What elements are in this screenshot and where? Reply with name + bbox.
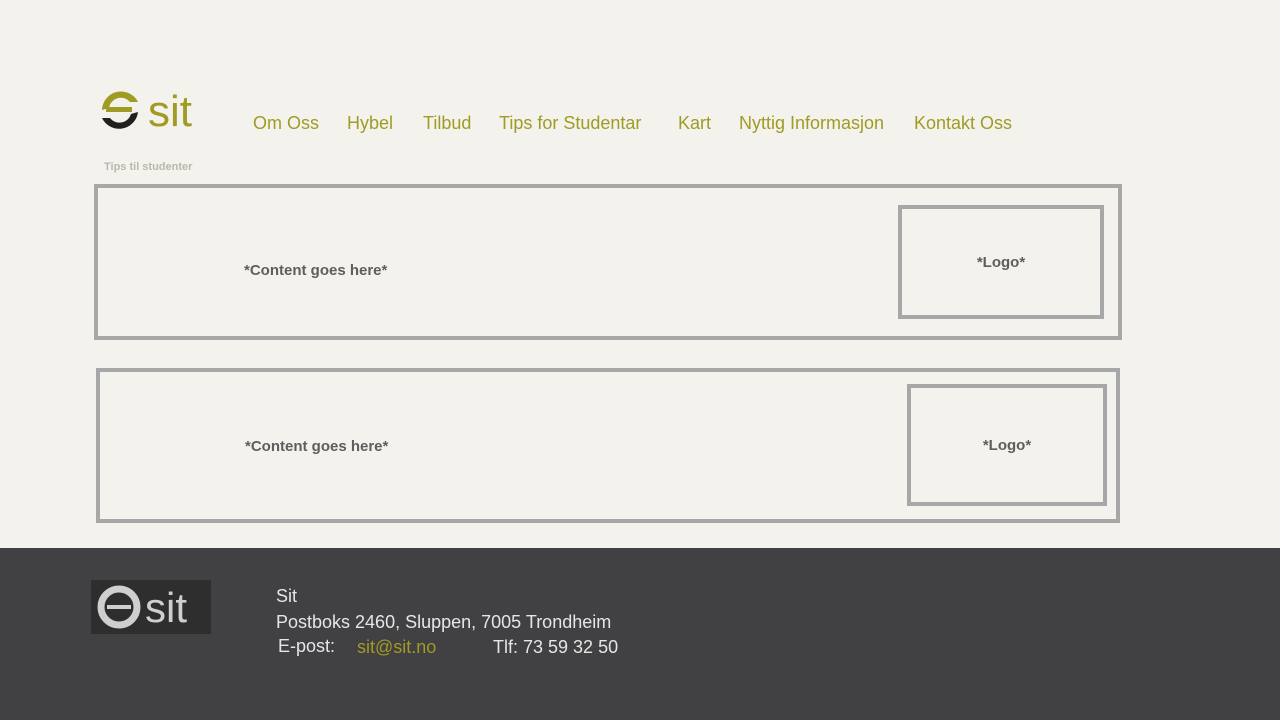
footer: sit Sit Postboks 2460, Sluppen, 7005 Tro… [0, 548, 1280, 720]
card-content: *Content goes here* [244, 262, 388, 279]
footer-address: Postboks 2460, Sluppen, 7005 Trondheim [276, 612, 612, 632]
footer-email-link[interactable]: sit@sit.no [357, 636, 436, 658]
breadcrumb: Tips til studenter [104, 161, 193, 173]
card-logo-label: *Logo* [982, 436, 1032, 454]
nav-item-kontakt-oss[interactable]: Kontakt Oss [914, 112, 1012, 134]
card-logo-label: *Logo* [976, 253, 1026, 271]
nav-item-hybel[interactable]: Hybel [347, 112, 393, 134]
nav-item-om-oss[interactable]: Om Oss [253, 112, 319, 134]
card-logo-placeholder: *Logo* [898, 205, 1104, 319]
svg-text:sit: sit [145, 584, 187, 631]
main-nav: Om Oss Hybel Tilbud Tips for Studentar K… [0, 112, 1100, 136]
nav-item-tilbud[interactable]: Tilbud [423, 112, 471, 134]
footer-company-name: Sit [276, 586, 298, 606]
nav-item-tips-for-studentar[interactable]: Tips for Studentar [499, 112, 641, 134]
card-logo-placeholder: *Logo* [907, 384, 1107, 506]
footer-sit-logo-icon: sit [97, 584, 187, 631]
nav-item-nyttig-informasjon[interactable]: Nyttig Informasjon [739, 112, 884, 134]
footer-logo: sit [91, 580, 211, 634]
nav-item-kart[interactable]: Kart [678, 112, 711, 134]
content-card: *Content goes here* *Logo* [96, 368, 1120, 523]
content-card: *Content goes here* *Logo* [94, 184, 1122, 340]
footer-email-label: E-post: [278, 636, 336, 656]
card-content: *Content goes here* [245, 438, 389, 455]
footer-phone: Tlf: 73 59 32 50 [493, 637, 619, 657]
